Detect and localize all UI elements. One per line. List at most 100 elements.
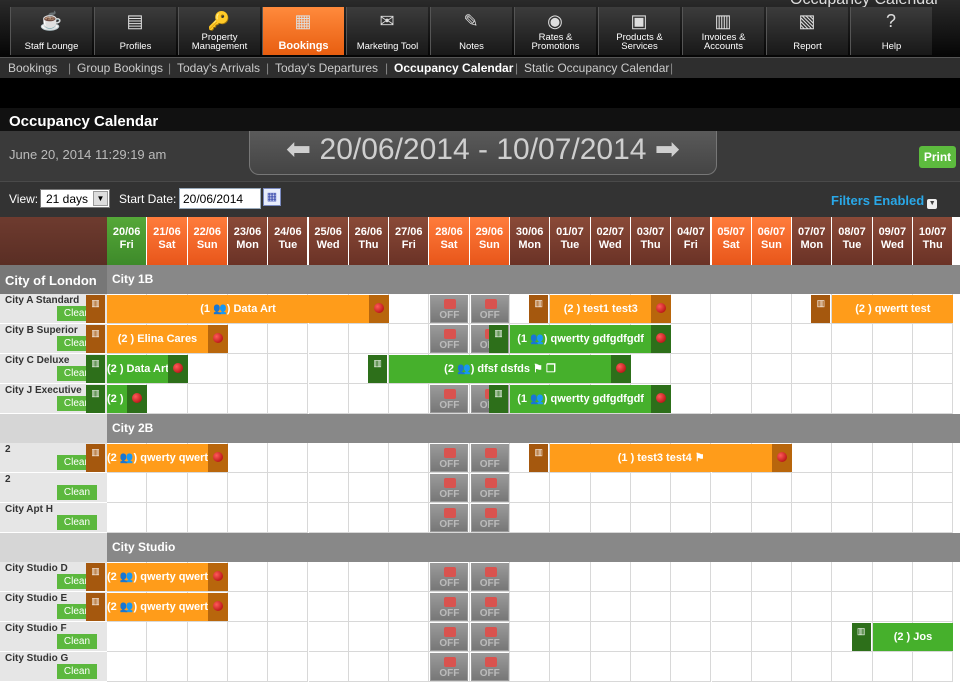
calendar-cell[interactable] [872,652,913,682]
calendar-cell[interactable] [832,384,873,414]
booking-bar[interactable]: (2 ) Jos [872,623,954,651]
calendar-cell[interactable] [671,294,712,324]
calendar-cell[interactable] [308,652,349,682]
calendar-cell[interactable] [308,503,349,533]
status-dot-icon[interactable] [127,385,148,413]
calendar-cell[interactable] [107,473,148,503]
clean-button[interactable]: Clean [57,664,97,679]
calendar-cell[interactable] [590,562,631,592]
calendar-cell[interactable] [832,443,873,473]
status-dot-icon[interactable] [651,325,672,353]
nav-marketing-tool[interactable]: ✉ Marketing Tool [346,7,428,55]
calendar-cell[interactable] [510,503,551,533]
calendar-cell[interactable] [630,592,672,622]
clean-button[interactable]: Clean [57,634,97,649]
calendar-cell[interactable] [913,562,954,592]
status-dot-icon[interactable] [610,355,631,383]
nav-profiles[interactable]: ▤ Profiles [94,7,176,55]
nav-invoices-accounts[interactable]: ▥ Invoices & Accounts [682,7,764,55]
calendar-cell[interactable] [751,384,793,414]
calendar-cell[interactable] [913,324,954,354]
calendar-cell[interactable] [671,384,712,414]
calendar-icon[interactable]: ▦ [263,188,281,206]
calendar-cell[interactable] [389,652,430,682]
calendar-cell[interactable] [308,354,349,384]
calendar-cell[interactable] [268,592,309,622]
calendar-cell[interactable] [590,652,631,682]
calendar-cell[interactable] [630,652,672,682]
calendar-cell[interactable] [832,562,873,592]
luggage-icon[interactable]: ▥ [529,295,549,323]
luggage-icon[interactable]: ▥ [86,355,105,383]
subnav-bookings[interactable]: Bookings [8,61,57,75]
calendar-cell[interactable] [590,592,631,622]
calendar-cell[interactable] [510,652,551,682]
calendar-cell[interactable] [751,324,793,354]
calendar-cell[interactable] [389,503,430,533]
calendar-cell[interactable] [147,473,188,503]
calendar-cell[interactable] [590,473,631,503]
view-select[interactable]: 21 days ▼ [40,189,110,208]
calendar-cell[interactable] [872,384,913,414]
calendar-cell[interactable] [268,324,309,354]
calendar-cell[interactable] [268,354,309,384]
calendar-cell[interactable] [913,443,954,473]
luggage-icon[interactable]: ▥ [86,593,105,621]
calendar-cell[interactable] [751,294,793,324]
clean-button[interactable]: Clean [57,515,97,530]
calendar-cell[interactable] [630,503,672,533]
booking-bar[interactable]: (2 👥) dfsf dsfds ⚑ ❒ [389,355,611,383]
luggage-icon[interactable]: ▥ [86,385,105,413]
calendar-cell[interactable] [187,473,228,503]
status-dot-icon[interactable] [167,355,188,383]
calendar-cell[interactable] [389,294,430,324]
calendar-cell[interactable] [832,592,873,622]
calendar-cell[interactable] [711,503,752,533]
calendar-cell[interactable] [389,384,430,414]
calendar-cell[interactable] [872,443,913,473]
calendar-cell[interactable] [107,503,148,533]
calendar-cell[interactable] [227,622,269,652]
calendar-cell[interactable] [872,324,913,354]
calendar-cell[interactable] [268,622,309,652]
calendar-cell[interactable] [308,622,349,652]
calendar-cell[interactable] [630,562,672,592]
calendar-cell[interactable] [348,592,390,622]
calendar-cell[interactable] [792,473,833,503]
print-button[interactable]: Print [919,146,956,168]
calendar-cell[interactable] [308,473,349,503]
calendar-cell[interactable] [348,324,390,354]
calendar-cell[interactable] [348,443,390,473]
calendar-cell[interactable] [510,562,551,592]
calendar-cell[interactable] [792,324,833,354]
date-range-navigator[interactable]: ⬅ 20/06/2014 - 10/07/2014 ➡ [249,131,717,175]
calendar-cell[interactable] [147,652,188,682]
calendar-cell[interactable] [671,324,712,354]
calendar-cell[interactable] [308,384,349,414]
calendar-cell[interactable] [792,354,833,384]
calendar-cell[interactable] [751,562,793,592]
calendar-cell[interactable] [268,473,309,503]
calendar-cell[interactable] [227,443,269,473]
calendar-cell[interactable] [510,622,551,652]
calendar-cell[interactable] [913,652,954,682]
nav-notes[interactable]: ✎ Notes [430,7,512,55]
calendar-cell[interactable] [751,473,793,503]
calendar-cell[interactable] [268,443,309,473]
calendar-cell[interactable] [711,622,752,652]
calendar-cell[interactable] [751,592,793,622]
calendar-cell[interactable] [227,503,269,533]
calendar-cell[interactable] [308,443,349,473]
calendar-cell[interactable] [711,473,752,503]
calendar-cell[interactable] [227,384,269,414]
chevron-down-icon[interactable]: ▼ [93,191,108,206]
nav-property-management[interactable]: 🔑 Property Management [178,7,260,55]
calendar-cell[interactable] [792,503,833,533]
calendar-cell[interactable] [832,652,873,682]
calendar-cell[interactable] [671,562,712,592]
luggage-icon[interactable]: ▥ [86,444,105,472]
calendar-cell[interactable] [711,562,752,592]
calendar-cell[interactable] [268,652,309,682]
calendar-cell[interactable] [550,503,591,533]
filters-toggle[interactable]: Filters Enabled ▼ [831,193,938,209]
